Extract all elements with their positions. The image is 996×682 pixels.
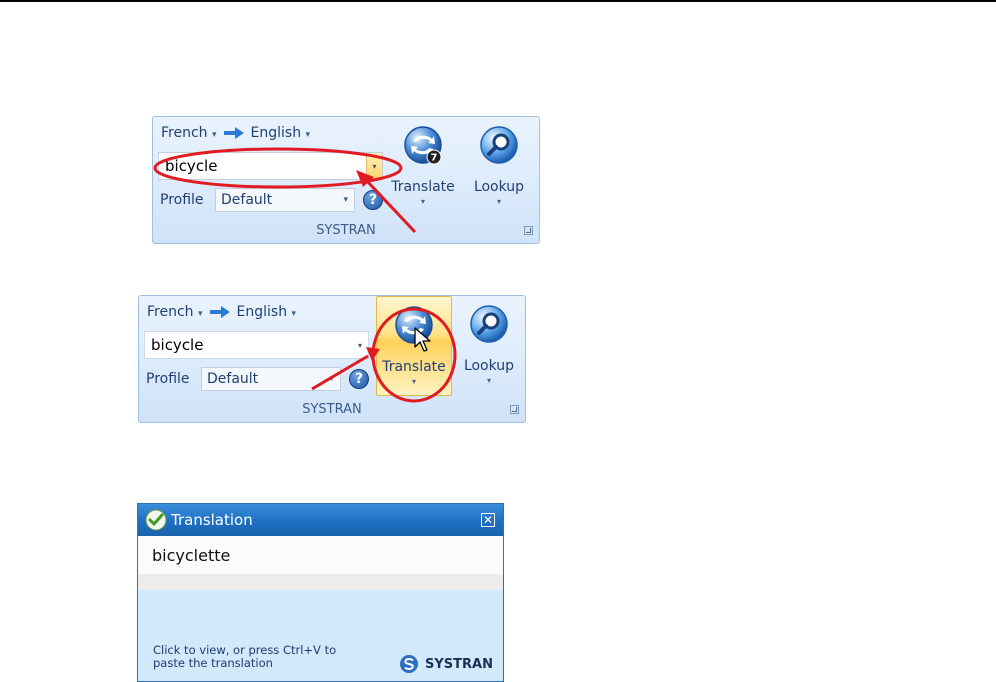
target-language-dropdown[interactable]: English ▾: [237, 304, 297, 320]
dropdown-arrow-icon: ▾: [486, 376, 491, 385]
checkmark-icon: [145, 509, 167, 531]
translate-globe-icon: 7: [404, 126, 442, 165]
translate-button[interactable]: 7 Translate ▾: [391, 117, 455, 217]
page-top-rule: [0, 0, 996, 2]
source-language-dropdown[interactable]: French ▾: [161, 125, 217, 141]
lookup-button[interactable]: Lookup ▾: [467, 117, 531, 217]
popup-divider: [138, 574, 503, 590]
translate-label: Translate: [382, 359, 446, 375]
dropdown-arrow-icon: ▾: [291, 309, 297, 319]
translate-badge-text: 7: [431, 153, 438, 164]
close-icon[interactable]: ✕: [481, 513, 495, 527]
dropdown-arrow-icon: ▾: [198, 309, 203, 319]
lookup-button[interactable]: Lookup ▾: [457, 296, 521, 396]
systran-brand: SYSTRAN: [399, 654, 493, 674]
systran-ribbon-group-1: French ▾ English ▾ bicycle ▾ Profile Def…: [152, 116, 540, 244]
profile-select[interactable]: Default ▾: [215, 188, 355, 212]
translate-label: Translate: [391, 179, 455, 195]
dropdown-arrow-icon: ▾: [496, 197, 501, 206]
dropdown-arrow-icon: ▾: [343, 195, 348, 205]
group-label: SYSTRAN: [302, 402, 362, 417]
systran-ribbon-group-2: French ▾ English ▾ bicycle ▾ Profile Def…: [138, 295, 526, 423]
arrow-right-icon: [209, 306, 230, 318]
help-icon[interactable]: ?: [363, 190, 383, 210]
dropdown-arrow-icon: ▾: [212, 130, 217, 140]
dropdown-arrow-icon: ▾: [329, 374, 334, 384]
hint-line-2: paste the translation: [153, 656, 273, 670]
systran-logo-icon: [400, 655, 419, 673]
dropdown-arrow-icon: ▾: [411, 377, 416, 386]
dropdown-arrow-icon: ▾: [305, 130, 311, 140]
language-pair-row: French ▾ English ▾: [161, 123, 310, 143]
translation-result[interactable]: bicyclette: [138, 536, 503, 574]
dropdown-arrow-icon: ▾: [420, 197, 425, 206]
profile-label: Profile: [160, 192, 204, 208]
source-language-dropdown[interactable]: French ▾: [147, 304, 203, 320]
lookup-magnifier-icon: [470, 305, 508, 343]
term-input-value: bicycle: [151, 336, 204, 354]
profile-select[interactable]: Default ▾: [201, 367, 341, 391]
language-pair-row: French ▾ English ▾: [147, 302, 296, 322]
popup-title: Translation: [171, 511, 253, 529]
arrow-right-icon: [223, 127, 244, 139]
help-icon[interactable]: ?: [349, 369, 369, 389]
target-language-dropdown[interactable]: English ▾: [251, 125, 311, 141]
term-input[interactable]: bicycle ▾: [158, 152, 383, 180]
lookup-label: Lookup: [463, 358, 515, 374]
profile-label: Profile: [146, 371, 190, 387]
term-dropdown-button[interactable]: ▾: [366, 153, 382, 179]
profile-select-value: Default: [207, 371, 259, 387]
term-input[interactable]: bicycle ▾: [144, 331, 369, 359]
term-dropdown-button[interactable]: ▾: [352, 332, 368, 358]
translate-button-hovered[interactable]: Translate ▾: [376, 296, 452, 396]
brand-text: SYSTRAN: [425, 656, 493, 672]
group-label: SYSTRAN: [316, 223, 376, 238]
lookup-magnifier-icon: [480, 126, 518, 164]
popup-hint: Click to view, or press Ctrl+V to paste …: [153, 644, 353, 670]
translation-popup[interactable]: Translation ✕ bicyclette Click to view, …: [137, 503, 504, 682]
dialog-launcher-icon[interactable]: [510, 405, 519, 414]
profile-select-value: Default: [221, 192, 273, 208]
dialog-launcher-icon[interactable]: [524, 226, 533, 235]
term-input-value: bicycle: [165, 157, 218, 175]
lookup-label: Lookup: [473, 179, 525, 195]
mouse-cursor-icon: [414, 327, 431, 352]
popup-titlebar: Translation ✕: [138, 504, 503, 536]
